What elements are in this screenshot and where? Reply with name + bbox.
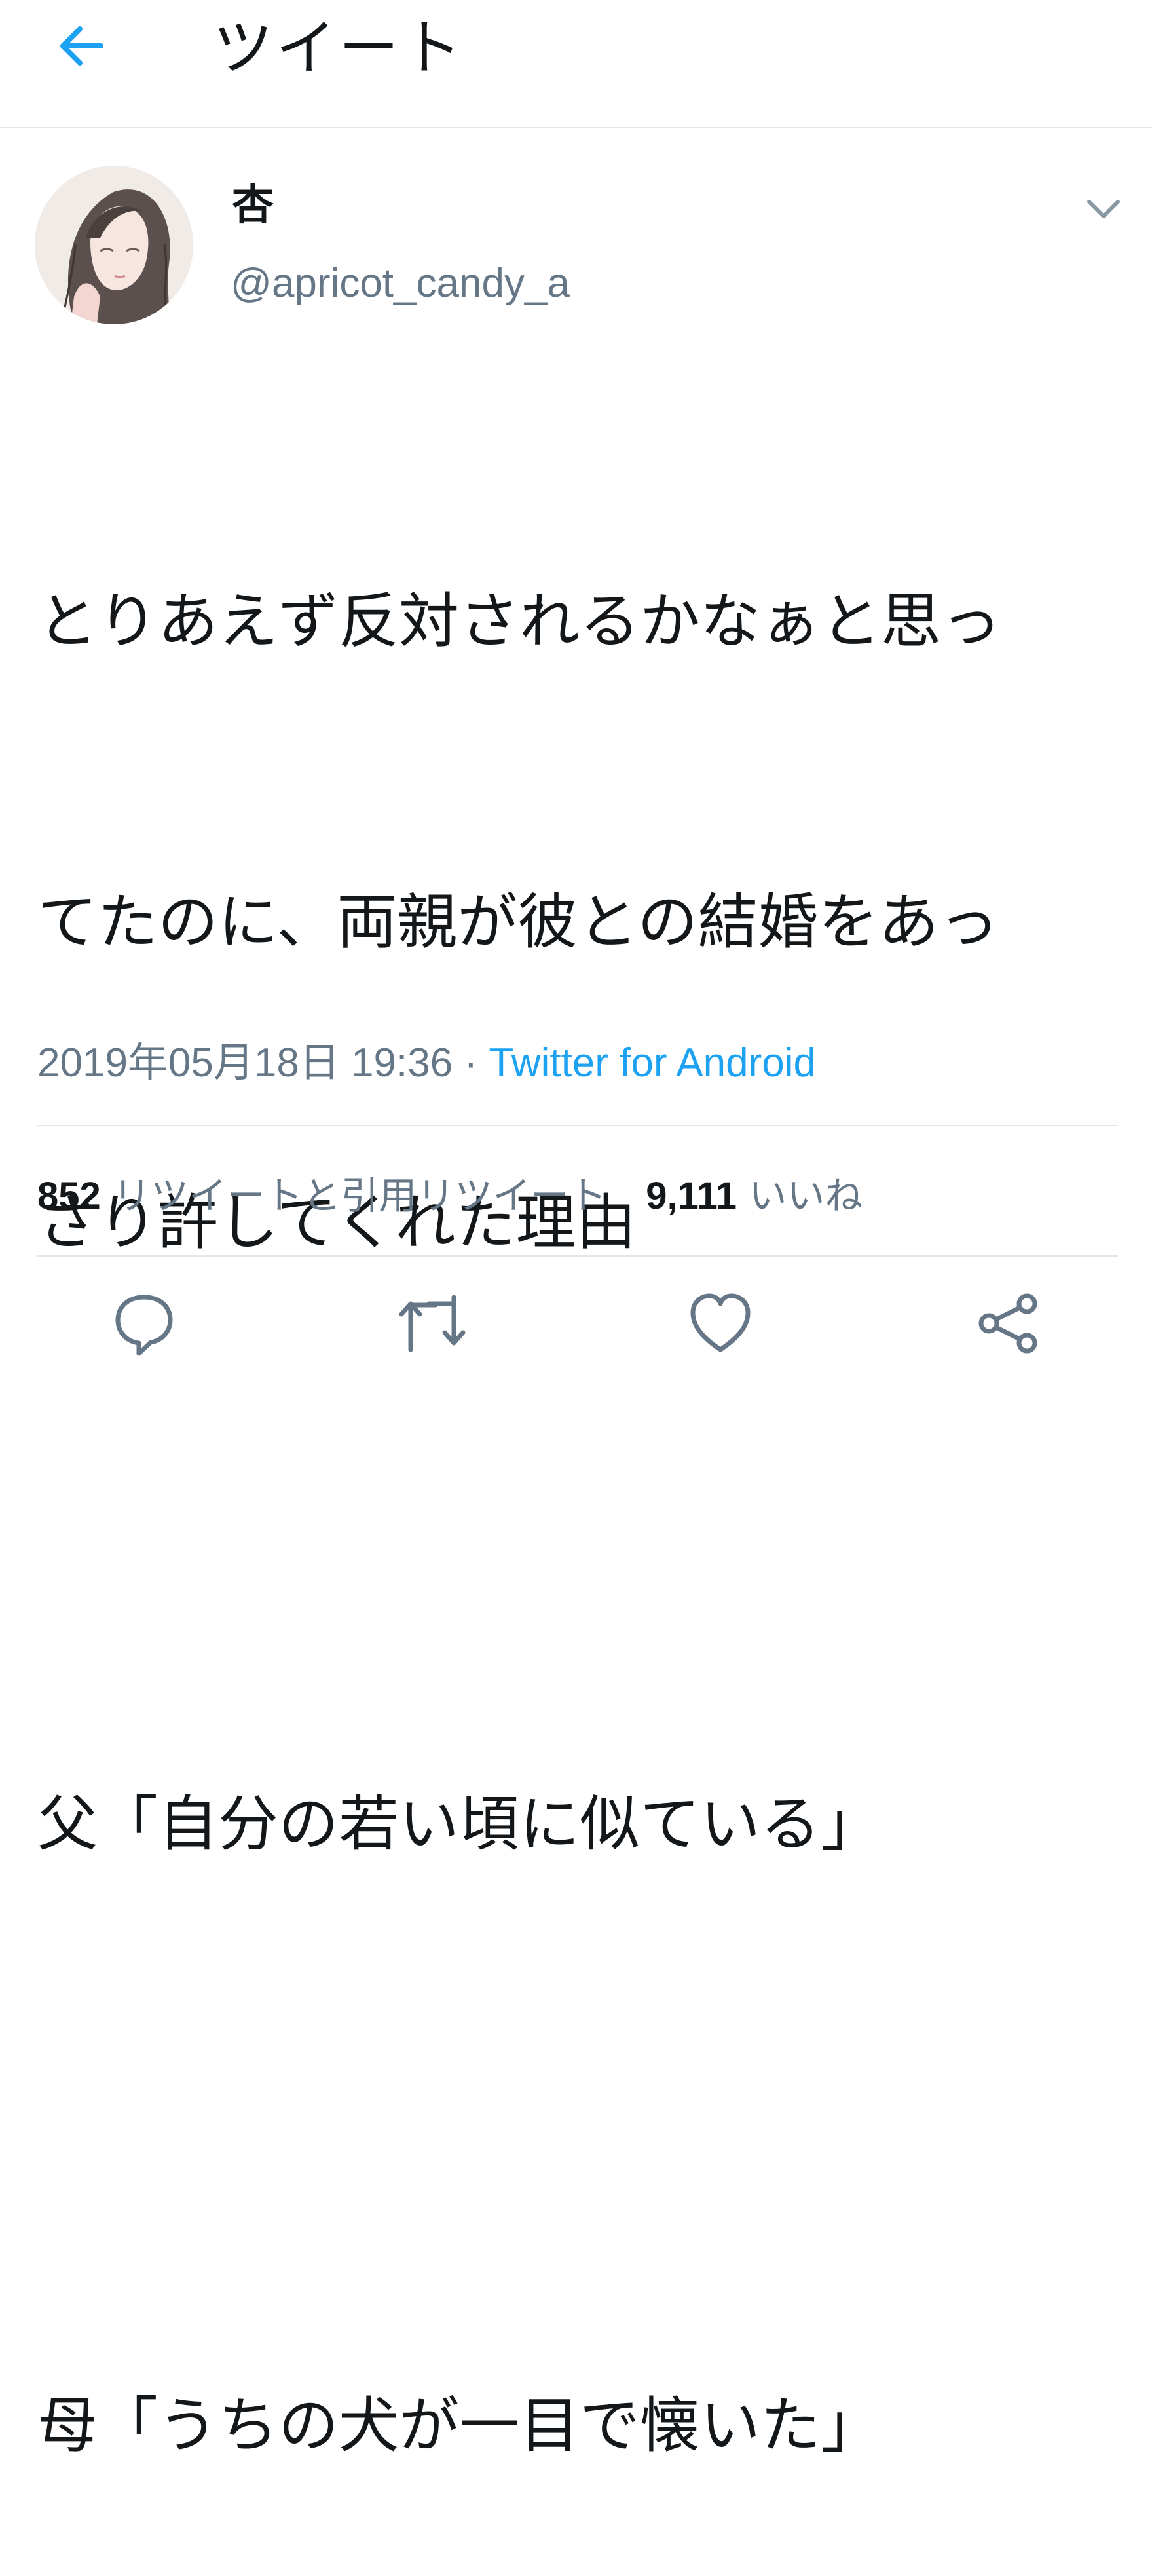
tweet-text: とりあえず反対されるかなぁと思っ てたのに、両親が彼との結婚をあっ さり許してく… — [37, 371, 1111, 2576]
avatar-image — [35, 166, 193, 324]
meta-separator: · — [453, 1040, 489, 1086]
tweet-line: とりあえず反対されるかなぁと思っ — [37, 586, 1002, 656]
action-bar — [0, 1291, 1152, 1356]
likes-stat[interactable]: 9,111 いいね — [646, 1173, 863, 1218]
reply-button[interactable] — [105, 1291, 183, 1369]
more-options-button[interactable] — [1081, 185, 1126, 231]
page-title: ツイート — [213, 13, 465, 83]
share-icon — [978, 1293, 1037, 1354]
back-button[interactable] — [48, 13, 114, 79]
tweet-line: 父「自分の若い頃に似ている」 — [37, 1789, 882, 1859]
tweet-timestamp[interactable]: 2019年05月18日 19:36 — [37, 1040, 453, 1086]
likes-label: いいね — [749, 1173, 863, 1218]
chevron-down-icon — [1087, 200, 1120, 218]
engagement-stats: 852 リツイートと引用リツイート 9,111 いいね — [37, 1171, 863, 1221]
retweets-count: 852 — [37, 1175, 101, 1217]
tweet-source-link[interactable]: Twitter for Android — [489, 1040, 816, 1086]
avatar[interactable] — [35, 166, 193, 324]
share-button[interactable] — [969, 1291, 1048, 1369]
tweet-meta: 2019年05月18日 19:36 · Twitter for Android — [37, 1038, 816, 1088]
retweet-button[interactable] — [393, 1291, 472, 1369]
retweets-label: リツイートと引用リツイート — [113, 1173, 607, 1218]
heart-icon — [690, 1293, 751, 1352]
like-button[interactable] — [681, 1291, 760, 1369]
retweets-stat[interactable]: 852 リツイートと引用リツイート — [37, 1173, 606, 1218]
display-name[interactable]: 杏 — [232, 182, 274, 229]
reply-icon — [115, 1295, 173, 1356]
tweet-line: てたのに、両親が彼との結婚をあっ — [37, 887, 999, 957]
top-bar: ツイート — [0, 0, 1152, 128]
user-handle[interactable]: @apricot_candy_a — [231, 261, 570, 307]
arrow-left-icon — [60, 26, 103, 66]
tweet-line: 母「うちの犬が一目で懐いた」 — [37, 2391, 882, 2461]
retweet-icon — [399, 1295, 466, 1352]
divider — [37, 1125, 1118, 1126]
likes-count: 9,111 — [646, 1175, 737, 1217]
divider — [37, 1255, 1118, 1257]
